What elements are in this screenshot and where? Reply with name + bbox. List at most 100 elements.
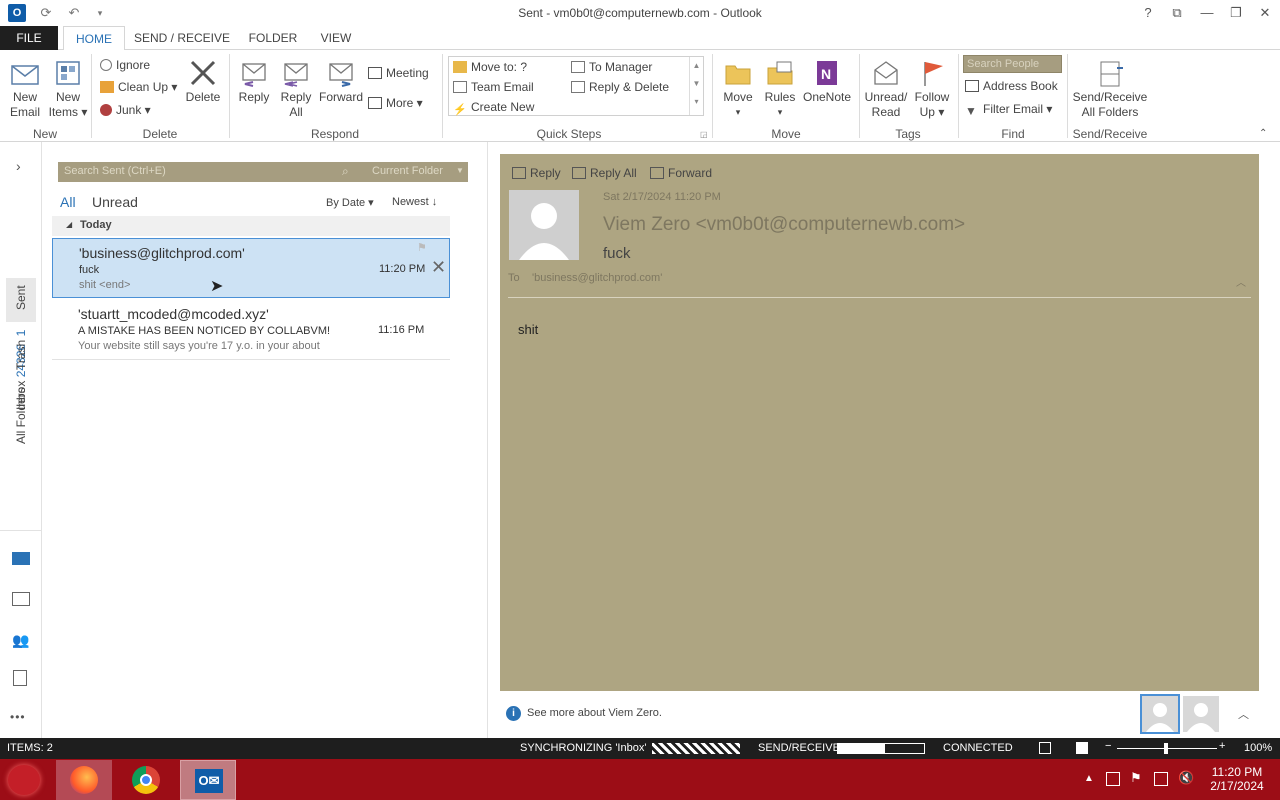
reading-forward-button[interactable]: Forward [650, 164, 712, 182]
quick-step-to-manager[interactable]: To Manager [571, 58, 652, 76]
mail-nav-icon[interactable] [12, 552, 30, 565]
tab-send-receive[interactable]: SEND / RECEIVE [132, 26, 232, 50]
quick-step-reply-delete[interactable]: Reply & Delete [571, 78, 669, 96]
quick-step-move-to[interactable]: Move to: ? [453, 58, 527, 76]
onenote-button[interactable]: N OneNote [800, 58, 854, 105]
outlook-taskbar-button[interactable]: O✉ [180, 760, 236, 800]
junk-button[interactable]: Junk ▾ [100, 101, 151, 119]
ignore-button[interactable]: Ignore [100, 56, 150, 74]
search-scope-dropdown[interactable]: Current Folder [372, 165, 443, 177]
collapse-header-icon[interactable]: ︿ [1236, 274, 1246, 289]
header-divider [508, 297, 1251, 298]
address-book-icon [965, 80, 979, 92]
network-icon[interactable] [1154, 772, 1168, 786]
funnel-icon: ▼ [965, 104, 977, 118]
search-sent-input[interactable]: Search Sent (Ctrl+E) ⌕ Current Folder ▼ [58, 162, 468, 182]
filter-all[interactable]: All [60, 194, 76, 210]
filter-email-button[interactable]: ▼ Filter Email ▾ [965, 100, 1052, 118]
tasks-nav-icon[interactable] [13, 670, 27, 686]
show-hidden-icons[interactable]: ▲ [1084, 773, 1094, 784]
delete-message-icon[interactable]: ✕ [431, 257, 446, 278]
sender-avatar[interactable] [509, 190, 579, 260]
chrome-taskbar-button[interactable] [118, 760, 174, 800]
reading-pane: Reply Reply All Forward Sat 2/17/2024 11… [500, 154, 1259, 691]
ignore-icon [100, 59, 112, 71]
forward-icon [650, 167, 664, 179]
folder-all-folders[interactable]: All Folders [14, 387, 28, 444]
new-items-button[interactable]: New Items ▾ [48, 58, 88, 120]
zoom-in-icon[interactable]: + [1219, 740, 1225, 752]
zoom-level[interactable]: 100% [1244, 742, 1272, 754]
people-avatar[interactable] [1183, 696, 1219, 732]
reading-view-icon[interactable] [1076, 742, 1088, 754]
ribbon-display-options-button[interactable]: ⧉ [1166, 3, 1188, 23]
quick-steps-launcher-icon[interactable]: ◲ [700, 130, 708, 139]
expand-people-pane-icon[interactable]: ︿ [1238, 706, 1249, 722]
tab-file[interactable]: FILE [0, 26, 58, 50]
normal-view-icon[interactable] [1039, 742, 1051, 754]
to-recipient[interactable]: 'business@glitchprod.com' [532, 272, 662, 284]
speaker-muted-icon[interactable]: 🔇 [1178, 770, 1194, 786]
quick-step-create-new[interactable]: ⚡ Create New [453, 98, 534, 116]
zoom-slider-thumb[interactable] [1164, 743, 1168, 754]
delete-button[interactable]: Delete [182, 58, 224, 105]
quick-steps-scroll[interactable]: ▲ ▼ ▾ [689, 57, 703, 115]
reply-button[interactable]: Reply [234, 58, 274, 105]
reading-reply-all-button[interactable]: Reply All [572, 164, 637, 182]
new-email-button[interactable]: New Email [4, 58, 46, 120]
quick-step-team-email[interactable]: Team Email [453, 78, 534, 96]
search-people-input[interactable]: Search People [963, 55, 1062, 73]
minimize-button[interactable]: — [1196, 3, 1218, 23]
flag-icon[interactable]: ⚑ [417, 241, 427, 254]
tab-folder[interactable]: FOLDER [244, 26, 302, 50]
follow-up-button[interactable]: Follow Up ▾ [910, 58, 954, 120]
forward-button[interactable]: Forward [318, 58, 364, 105]
send-receive-all-button[interactable]: Send/Receive All Folders [1070, 58, 1150, 120]
flag-tray-icon[interactable]: ⚑ [1130, 770, 1142, 786]
message-item[interactable]: 'stuartt_mcoded@mcoded.xyz' A MISTAKE HA… [52, 300, 450, 360]
reply-all-button[interactable]: Reply All [276, 58, 316, 120]
more-respond-button[interactable]: More ▾ [368, 94, 423, 112]
folder-trash[interactable]: Trash 1 [14, 330, 28, 370]
sort-order-toggle[interactable]: Newest ↓ [392, 196, 437, 208]
taskbar-clock[interactable]: 11:20 PM 2/17/2024 [1200, 765, 1274, 793]
message-subject: fuck [79, 264, 100, 276]
filter-unread[interactable]: Unread [92, 194, 138, 210]
people-nav-icon[interactable]: 👥 [12, 632, 29, 649]
message-sender-full[interactable]: Viem Zero <vm0b0t@computernewb.com> [603, 214, 965, 236]
meeting-button[interactable]: Meeting [368, 64, 429, 82]
calendar-nav-icon[interactable] [12, 592, 30, 606]
expand-folder-pane-icon[interactable]: › [16, 158, 21, 174]
unread-read-button[interactable]: Unread/ Read [862, 58, 910, 120]
folder-nav: › Inbox 24326 Sent Trash 1 All Folders 👥… [0, 142, 42, 738]
help-button[interactable]: ? [1137, 3, 1159, 23]
close-button[interactable]: ✕ [1254, 3, 1276, 23]
rules-button[interactable]: Rules ▾ [760, 58, 800, 120]
collapse-ribbon-icon[interactable]: ⌃ [1259, 128, 1267, 139]
search-icon[interactable]: ⌕ [342, 164, 349, 179]
address-book-button[interactable]: Address Book [965, 77, 1058, 95]
maximize-button[interactable]: ❐ [1225, 3, 1247, 23]
chevron-down-icon[interactable]: ▼ [456, 166, 464, 175]
firefox-taskbar-button[interactable] [56, 760, 112, 800]
move-button[interactable]: Move ▾ [716, 58, 760, 120]
start-button[interactable] [8, 765, 40, 795]
reading-reply-button[interactable]: Reply [512, 164, 561, 182]
group-label-quick-steps: Quick Steps [536, 127, 602, 141]
more-nav-icon[interactable]: ••• [10, 710, 26, 724]
flag-icon [924, 62, 943, 86]
clean-up-button[interactable]: Clean Up ▾ [100, 78, 177, 96]
tab-home[interactable]: HOME [63, 26, 125, 51]
folder-sent[interactable]: Sent [14, 285, 28, 310]
people-info-link[interactable]: See more about Viem Zero. [527, 707, 662, 719]
message-item[interactable]: 'business@glitchprod.com' fuck shit <end… [52, 238, 450, 298]
sort-by-dropdown[interactable]: By Date ▾ [326, 196, 374, 209]
chrome-icon [132, 766, 160, 794]
zoom-out-icon[interactable]: − [1105, 740, 1111, 752]
rules-icon [767, 61, 793, 85]
people-avatar-selected[interactable] [1140, 694, 1180, 734]
tab-view[interactable]: VIEW [312, 26, 360, 50]
collapse-triangle-icon: ◢ [66, 220, 73, 229]
group-header-today[interactable]: ◢ Today [52, 216, 450, 236]
action-center-icon[interactable] [1106, 772, 1120, 786]
